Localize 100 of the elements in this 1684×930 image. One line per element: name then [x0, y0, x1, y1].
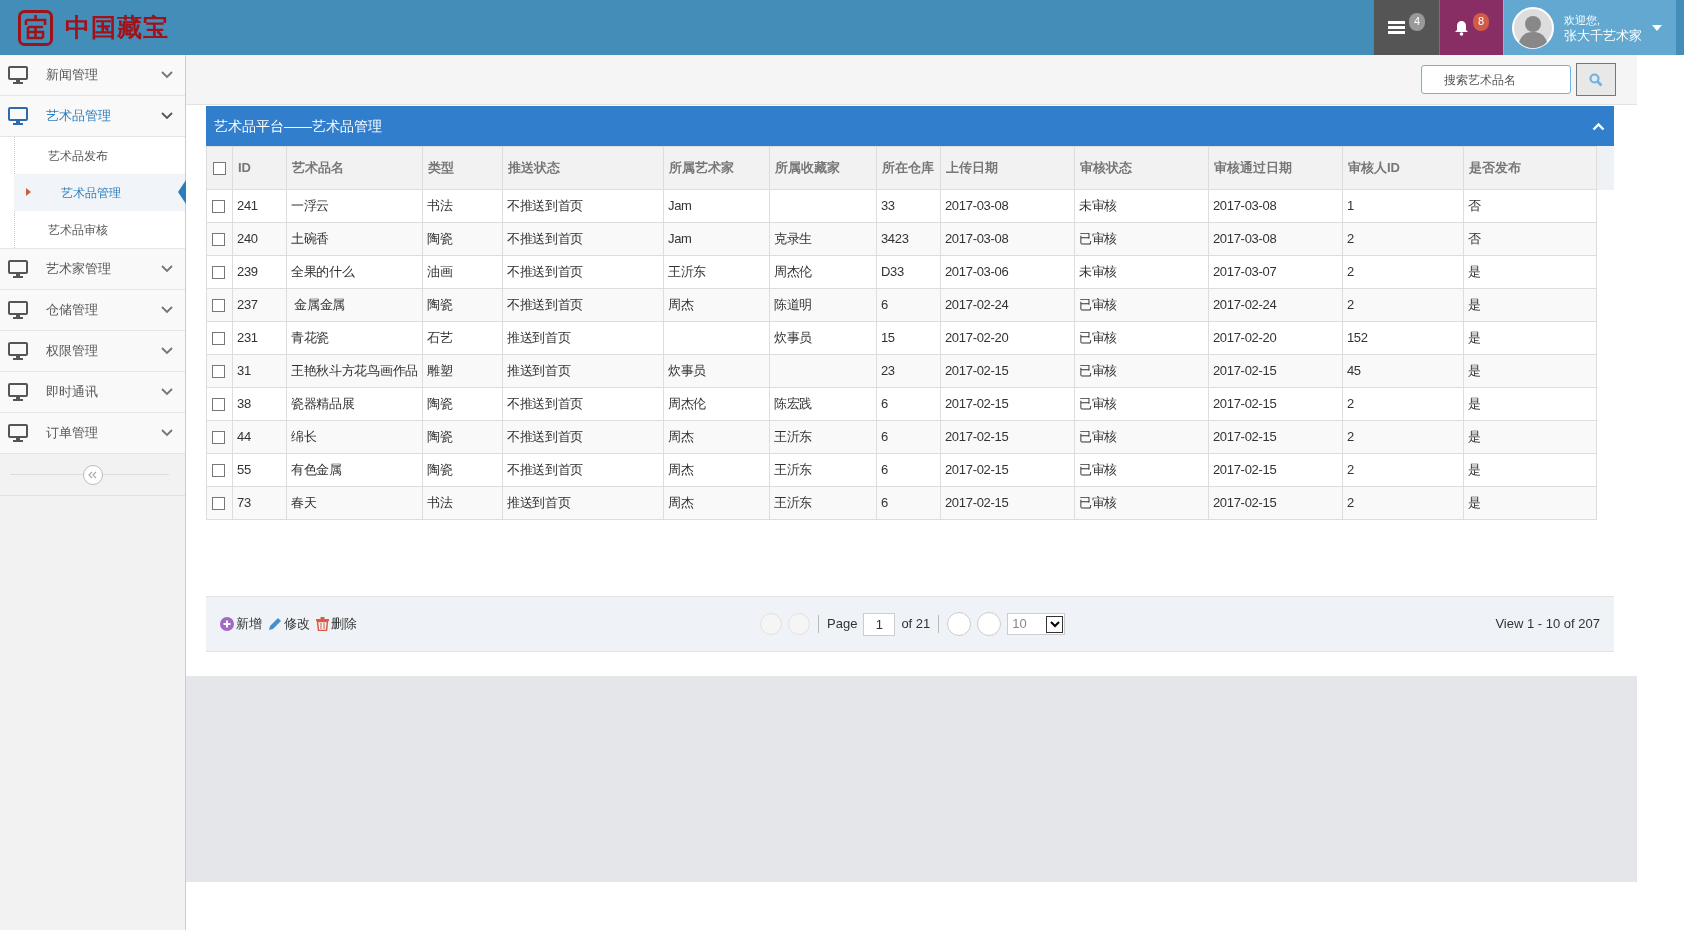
table-cell: 王沂东	[667, 264, 707, 280]
table-cell: 瓷器精品展	[291, 396, 355, 412]
column-header: 审核人ID	[1342, 146, 1464, 190]
table-cell: 未审核	[1078, 264, 1117, 280]
table-cell: 2017-02-15	[944, 495, 1009, 511]
table-cell: 2017-03-06	[944, 264, 1009, 280]
table-cell: 炊事员	[773, 330, 813, 346]
checkbox[interactable]	[212, 496, 225, 510]
monitor-icon	[8, 260, 28, 278]
table-cell: 周杰	[667, 495, 694, 511]
table-cell: 已审核	[1078, 495, 1117, 511]
table-cell: 2	[1346, 231, 1354, 247]
table-cell: 2017-02-15	[944, 396, 1009, 412]
table-cell: 2017-02-15	[1212, 462, 1277, 478]
sidebar-item[interactable]: 订单管理	[0, 413, 185, 454]
checkbox[interactable]	[212, 265, 225, 279]
column-header: 所在仓库	[876, 146, 941, 190]
monitor-icon	[8, 342, 28, 360]
checkbox[interactable]	[213, 161, 226, 175]
table-cell: 231	[237, 330, 258, 346]
table-cell: 有色金属	[291, 462, 342, 478]
table-cell: 炊事员	[667, 363, 707, 379]
search-field[interactable]: 搜索艺术品名	[1421, 65, 1571, 94]
table-cell: 2017-02-15	[944, 429, 1009, 445]
table-cell: 44	[237, 429, 251, 445]
sidebar-item[interactable]: 权限管理	[0, 331, 185, 372]
table-cell: 推送到首页	[507, 330, 571, 346]
delete-button[interactable]: 删除	[316, 614, 357, 634]
table-cell: 是	[1467, 396, 1481, 412]
table-cell: 2017-02-24	[1212, 297, 1277, 313]
table-cell: 陶瓷	[427, 462, 453, 478]
table-cell: 雕塑	[427, 363, 453, 379]
caret-down-icon	[1049, 620, 1060, 628]
table-cell: 15	[880, 330, 895, 346]
sidebar-item[interactable]: 艺术品管理	[0, 96, 185, 137]
submenu-item[interactable]: 艺术品管理	[14, 174, 185, 211]
chevron-down-icon	[161, 388, 173, 396]
table-cell: Jam	[667, 198, 692, 214]
monitor-icon	[8, 383, 28, 401]
logo-text: 中国藏宝	[65, 11, 169, 43]
table-cell: 全果的什么	[291, 264, 355, 280]
page-count: of 21	[901, 615, 931, 634]
column-header: 所属艺术家	[663, 146, 770, 190]
count-badge: 8	[1473, 12, 1489, 31]
table-cell: 2017-02-15	[1212, 495, 1277, 511]
table-cell: 2017-02-15	[1212, 363, 1277, 379]
table-cell: 2017-02-20	[1212, 330, 1277, 346]
pencil-icon	[268, 617, 282, 631]
chevron-down-icon	[161, 347, 173, 355]
table-cell: 2	[1346, 396, 1354, 412]
table-cell: 2017-02-15	[944, 462, 1009, 478]
table-cell: 不推送到首页	[507, 264, 584, 280]
sidebar-item[interactable]: 仓储管理	[0, 290, 185, 331]
notifications-button[interactable]: 8	[1439, 0, 1503, 55]
table-cell: 45	[1346, 363, 1361, 379]
table-cell: 2	[1346, 495, 1354, 511]
table-cell: 是	[1467, 297, 1481, 313]
greeting-text: 欢迎您,	[1564, 12, 1601, 28]
table-cell: 2017-02-15	[944, 363, 1009, 379]
table-cell: 2	[1346, 264, 1354, 280]
chevron-down-icon	[161, 265, 173, 273]
page-size-select[interactable]: 10	[1007, 613, 1066, 635]
table-cell: 2	[1346, 462, 1354, 478]
table-cell-text: 金属金属	[293, 297, 346, 313]
table-cell: 否	[1467, 231, 1481, 247]
column-header: 审核通过日期	[1208, 146, 1343, 190]
checkbox[interactable]	[212, 331, 225, 345]
checkbox[interactable]	[212, 397, 225, 411]
checkbox[interactable]	[212, 298, 225, 312]
chevron-down-icon	[161, 112, 173, 120]
table-cell: 已审核	[1078, 396, 1117, 412]
page-number-field[interactable]: 1	[863, 612, 896, 636]
checkbox[interactable]	[212, 232, 225, 246]
search-button[interactable]	[1576, 63, 1616, 96]
table-cell: 陶瓷	[427, 231, 453, 247]
submenu-item[interactable]: 艺术品审核	[14, 211, 185, 248]
table-cell: 2017-03-08	[1212, 231, 1277, 247]
checkbox[interactable]	[212, 364, 225, 378]
collapse-sidebar-button[interactable]	[82, 464, 103, 485]
checkbox[interactable]	[212, 463, 225, 477]
table-cell: 已审核	[1078, 330, 1117, 346]
column-header: ID	[232, 146, 287, 190]
table-cell: 73	[237, 495, 251, 511]
edit-button[interactable]: 修改	[268, 614, 310, 634]
sidebar-item[interactable]: 新闻管理	[0, 55, 185, 96]
active-pointer-icon	[178, 180, 186, 204]
checkbox[interactable]	[212, 199, 225, 213]
table-cell: 绵长	[291, 429, 317, 445]
add-button[interactable]: 新增	[220, 614, 262, 634]
table-cell: 是	[1467, 462, 1481, 478]
table-cell: 38	[237, 396, 251, 412]
table-cell: 3423	[880, 231, 909, 247]
table-cell: 周杰	[667, 462, 694, 478]
column-header: 审核状态	[1074, 146, 1209, 190]
sidebar-item[interactable]: 即时通讯	[0, 372, 185, 413]
checkbox[interactable]	[212, 430, 225, 444]
column-header: 所属收藏家	[769, 146, 877, 190]
table-cell: 克录生	[773, 231, 813, 247]
column-header: 类型	[422, 146, 503, 190]
sidebar-item[interactable]: 艺术家管理	[0, 249, 185, 290]
